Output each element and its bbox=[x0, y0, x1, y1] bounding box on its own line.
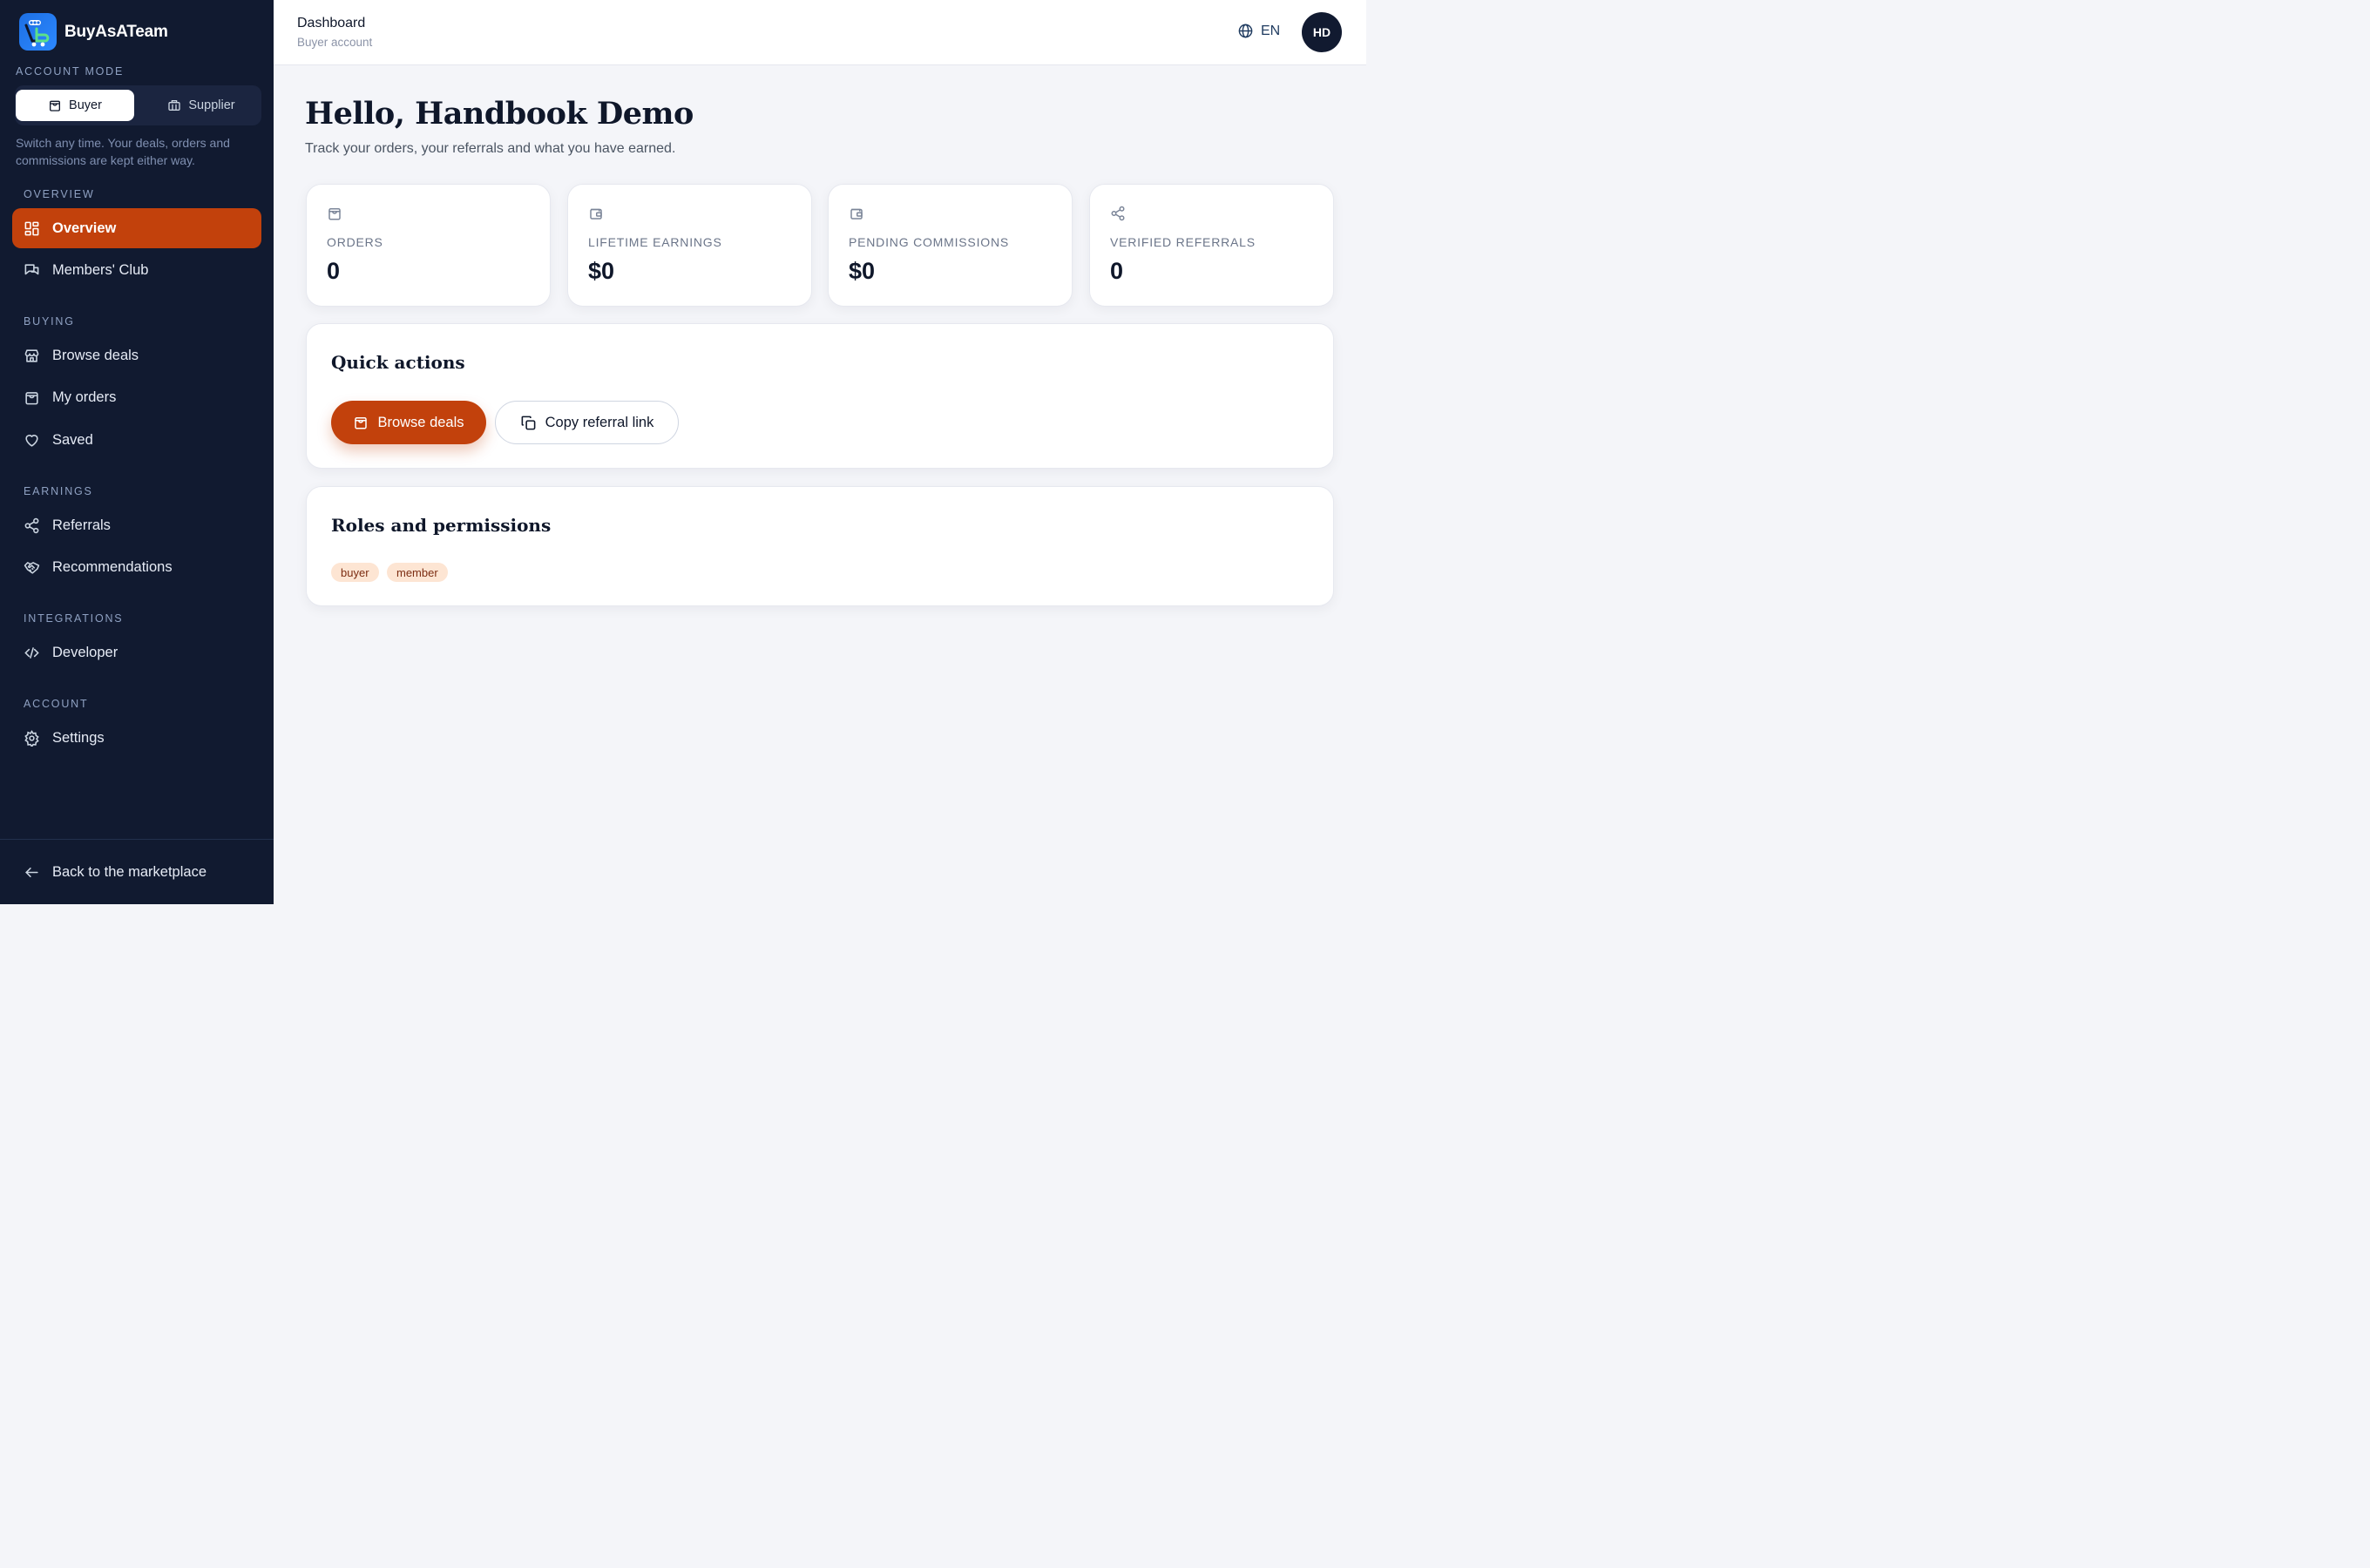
chat-icon bbox=[24, 263, 39, 274]
sidebar-item-label: Browse deals bbox=[52, 347, 139, 363]
mode-buyer-label: Buyer bbox=[69, 98, 102, 112]
mode-supplier-button[interactable]: Supplier bbox=[142, 90, 261, 121]
stat-label: Lifetime earnings bbox=[588, 235, 722, 249]
sidebar-item-my-orders[interactable]: My orders bbox=[12, 377, 261, 417]
shopping-bag-icon bbox=[25, 391, 38, 404]
section-label-account: Account bbox=[24, 698, 89, 710]
brand-name: BuyAsATeam bbox=[64, 22, 168, 41]
roles-permissions-title: Roles and permissions bbox=[331, 515, 552, 536]
stat-card-orders: Orders 0 bbox=[306, 184, 551, 307]
stat-card-verified-referrals: Verified referrals 0 bbox=[1089, 184, 1334, 307]
section-label-integrations: Integrations bbox=[24, 612, 124, 625]
mode-supplier-label: Supplier bbox=[188, 98, 235, 112]
role-tag-member: member bbox=[387, 563, 448, 582]
store-icon bbox=[168, 100, 181, 111]
globe-icon bbox=[1238, 24, 1253, 38]
language-label: EN bbox=[1261, 23, 1281, 38]
section-label-overview: Overview bbox=[24, 188, 95, 200]
stat-card-pending-commissions: Pending commissions $0 bbox=[828, 184, 1073, 307]
role-tag-buyer: buyer bbox=[331, 563, 379, 582]
shopping-bag-icon bbox=[328, 208, 341, 220]
account-mode-hint: Switch any time. Your deals, orders and … bbox=[16, 136, 230, 167]
sidebar-item-label: Overview bbox=[52, 220, 117, 236]
sidebar-item-developer[interactable]: Developer bbox=[12, 632, 261, 672]
share-icon bbox=[24, 517, 39, 533]
mode-buyer-button[interactable]: Buyer bbox=[16, 90, 134, 121]
sidebar-item-label: My orders bbox=[52, 389, 117, 405]
gear-icon bbox=[24, 729, 39, 747]
brand-logo-icon bbox=[19, 13, 57, 51]
shopping-bag-icon bbox=[355, 417, 368, 429]
storefront-icon bbox=[24, 348, 39, 362]
sidebar: BuyAsATeam Account mode Buyer Supplier S… bbox=[0, 0, 274, 904]
quick-actions-title: Quick actions bbox=[331, 352, 465, 373]
language-selector[interactable]: EN bbox=[1237, 23, 1280, 39]
sidebar-item-overview[interactable]: Overview bbox=[12, 208, 261, 248]
quick-actions-card: Quick actions Browse deals Copy referral… bbox=[306, 323, 1334, 469]
brand[interactable]: BuyAsATeam bbox=[19, 13, 168, 51]
sidebar-item-label: Saved bbox=[52, 431, 93, 448]
stat-value: $0 bbox=[588, 258, 615, 284]
sidebar-item-label: Settings bbox=[52, 729, 105, 746]
shopping-bag-icon bbox=[50, 100, 61, 112]
dashboard-grid-icon bbox=[24, 221, 39, 235]
avatar[interactable]: HD bbox=[1302, 12, 1342, 52]
page-subtitle: Buyer account bbox=[297, 36, 373, 49]
heart-icon bbox=[25, 434, 38, 447]
section-label-earnings: Earnings bbox=[24, 485, 93, 497]
sidebar-item-label: Recommendations bbox=[52, 558, 173, 575]
sidebar-item-recommendations[interactable]: Recommendations bbox=[12, 547, 261, 587]
browse-deals-button[interactable]: Browse deals bbox=[331, 401, 486, 444]
arrow-left-icon bbox=[25, 867, 38, 877]
stat-label: Orders bbox=[327, 235, 383, 249]
sidebar-item-referrals[interactable]: Referrals bbox=[12, 505, 261, 545]
sidebar-item-label: Members' Club bbox=[52, 261, 149, 278]
copy-icon bbox=[521, 416, 536, 429]
stat-label: Verified referrals bbox=[1110, 235, 1256, 249]
wallet-icon bbox=[850, 208, 863, 220]
share-icon bbox=[1111, 206, 1125, 221]
stat-label: Pending commissions bbox=[849, 235, 1009, 249]
sidebar-item-label: Developer bbox=[52, 644, 118, 660]
sidebar-divider bbox=[0, 839, 274, 840]
greeting-heading: Hello, Handbook Demo bbox=[305, 96, 694, 132]
stat-value: 0 bbox=[1110, 258, 1124, 284]
top-bar: Dashboard Buyer account EN HD bbox=[274, 0, 1366, 65]
copy-referral-link-button[interactable]: Copy referral link bbox=[495, 401, 679, 444]
page-title: Dashboard bbox=[297, 16, 366, 30]
sidebar-item-browse-deals[interactable]: Browse deals bbox=[12, 335, 261, 375]
sidebar-item-label: Referrals bbox=[52, 517, 111, 533]
back-link-label: Back to the marketplace bbox=[52, 863, 207, 880]
account-mode-label: Account mode bbox=[16, 65, 125, 78]
stat-card-lifetime-earnings: Lifetime earnings $0 bbox=[567, 184, 812, 307]
sidebar-item-settings[interactable]: Settings bbox=[12, 718, 261, 758]
browse-deals-label: Browse deals bbox=[377, 414, 464, 430]
section-label-buying: Buying bbox=[24, 315, 75, 328]
back-to-marketplace-link[interactable]: Back to the marketplace bbox=[24, 858, 207, 886]
roles-permissions-card: Roles and permissions buyer member bbox=[306, 486, 1334, 606]
account-mode-switch: Buyer Supplier bbox=[15, 85, 261, 125]
stat-value: $0 bbox=[849, 258, 876, 284]
greeting-subtitle: Track your orders, your referrals and wh… bbox=[305, 141, 676, 156]
sidebar-item-members-club[interactable]: Members' Club bbox=[12, 250, 261, 290]
copy-referral-link-label: Copy referral link bbox=[545, 414, 654, 430]
handshake-icon bbox=[24, 561, 40, 574]
stat-value: 0 bbox=[327, 258, 341, 284]
sidebar-item-saved[interactable]: Saved bbox=[12, 420, 261, 460]
code-icon bbox=[24, 646, 39, 659]
wallet-icon bbox=[590, 208, 602, 220]
